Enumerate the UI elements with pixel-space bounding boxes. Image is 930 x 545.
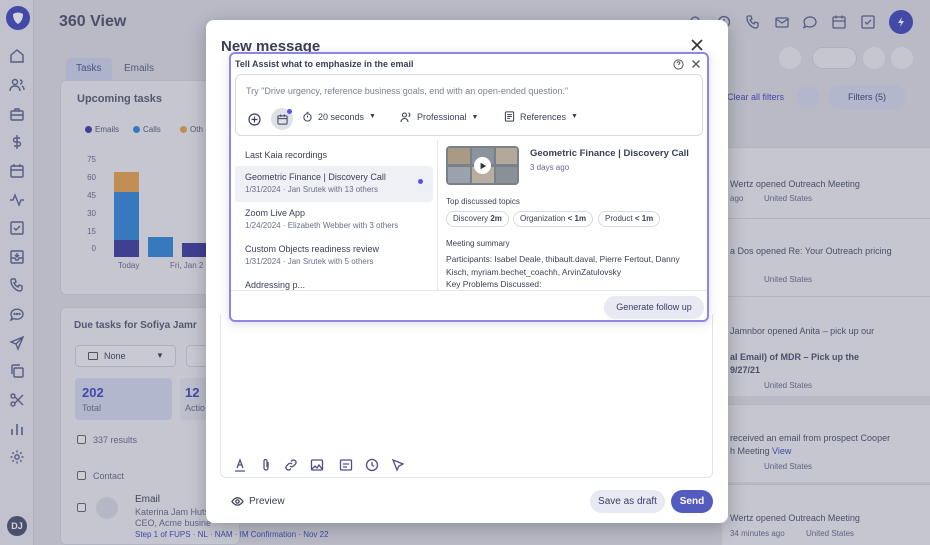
help-icon[interactable] bbox=[673, 59, 684, 70]
topic-name: Organization bbox=[520, 214, 566, 223]
prompt-placeholder: Try "Drive urgency, reference business g… bbox=[246, 86, 569, 96]
references-label: References bbox=[520, 111, 567, 122]
topics-label: Top discussed topics bbox=[446, 197, 520, 206]
recording-detail-title: Geometric Finance | Discovery Call bbox=[530, 148, 689, 159]
duration-label: 20 seconds bbox=[318, 111, 365, 122]
recording-detail-ago: 3 days ago bbox=[530, 163, 570, 172]
send-button[interactable]: Send bbox=[671, 490, 713, 513]
tone-label: Professional bbox=[417, 112, 467, 122]
summary-participants: Participants: Isabel Deale, thibault.dav… bbox=[446, 254, 680, 277]
generate-follow-up-button[interactable]: Generate follow up bbox=[604, 296, 704, 319]
link-icon[interactable] bbox=[284, 458, 298, 472]
recording-title: Zoom Live App bbox=[245, 208, 306, 218]
selected-dot bbox=[418, 179, 423, 184]
eye-icon bbox=[231, 495, 244, 508]
close-icon[interactable] bbox=[691, 59, 701, 69]
clock-icon[interactable] bbox=[365, 458, 379, 472]
chevron-down-icon: ▼ bbox=[471, 113, 479, 121]
add-circle-icon[interactable] bbox=[248, 113, 261, 126]
tone-select[interactable]: Professional ▼ bbox=[400, 111, 478, 123]
recording-meta: 1/31/2024 · Jan Srutek with 13 others bbox=[245, 185, 378, 194]
recording-item[interactable]: Addressing p... bbox=[235, 274, 433, 290]
duration-select[interactable]: 20 seconds ▼ bbox=[302, 111, 376, 122]
topic-chip[interactable]: Product < 1m bbox=[598, 211, 661, 227]
video-tile bbox=[448, 148, 470, 164]
assist-panel: Tell Assist what to emphasize in the ema… bbox=[229, 52, 709, 322]
assist-title: Tell Assist what to emphasize in the ema… bbox=[235, 59, 414, 69]
recording-thumbnail[interactable] bbox=[446, 146, 519, 185]
play-icon[interactable] bbox=[474, 157, 491, 174]
topic-chip[interactable]: Discovery 2m bbox=[446, 211, 509, 227]
recording-item[interactable]: Custom Objects readiness review 1/31/202… bbox=[235, 238, 433, 274]
video-tile bbox=[496, 148, 517, 164]
recording-detail: Geometric Finance | Discovery Call 3 day… bbox=[446, 146, 706, 292]
preview-button[interactable]: Preview bbox=[231, 495, 285, 508]
close-icon[interactable] bbox=[690, 38, 704, 52]
template-icon[interactable] bbox=[339, 458, 353, 472]
message-editor[interactable] bbox=[220, 314, 713, 478]
image-icon[interactable] bbox=[310, 458, 324, 472]
recordings-list: Last Kaia recordings Geometric Finance |… bbox=[235, 140, 438, 290]
calendar-icon bbox=[276, 113, 288, 125]
recording-title: Addressing p... bbox=[245, 280, 306, 290]
attachment-icon[interactable] bbox=[259, 458, 273, 472]
topic-name: Product bbox=[605, 214, 633, 223]
preview-label: Preview bbox=[249, 496, 285, 507]
recordings-list-header: Last Kaia recordings bbox=[245, 150, 328, 160]
video-tile bbox=[448, 167, 470, 183]
recording-meta: 1/24/2024 · Elizabeth Webber with 3 othe… bbox=[245, 221, 399, 230]
topic-duration: 2m bbox=[490, 214, 502, 223]
summary-problems: Key Problems Discussed: bbox=[446, 279, 542, 289]
topic-name: Discovery bbox=[453, 214, 489, 223]
recording-meta: 1/31/2024 · Jan Srutek with 5 others bbox=[245, 257, 374, 266]
save-draft-button[interactable]: Save as draft bbox=[590, 490, 665, 513]
text-format-icon[interactable] bbox=[233, 458, 247, 472]
stopwatch-icon bbox=[302, 111, 313, 122]
document-icon bbox=[504, 111, 515, 122]
recording-title: Geometric Finance | Discovery Call bbox=[245, 172, 386, 182]
recording-item[interactable]: Geometric Finance | Discovery Call 1/31/… bbox=[235, 166, 433, 202]
topic-duration: < 1m bbox=[634, 214, 654, 223]
cursor-icon[interactable] bbox=[391, 458, 405, 472]
assist-prompt-input[interactable]: Try "Drive urgency, reference business g… bbox=[235, 74, 703, 136]
topic-chip[interactable]: Organization < 1m bbox=[513, 211, 594, 227]
references-select[interactable]: References ▼ bbox=[504, 111, 578, 122]
summary-label: Meeting summary bbox=[446, 239, 510, 248]
recording-title: Custom Objects readiness review bbox=[245, 244, 380, 254]
recording-item[interactable]: Zoom Live App 1/24/2024 · Elizabeth Webb… bbox=[235, 202, 433, 238]
summary-text: Participants: Isabel Deale, thibault.dav… bbox=[446, 253, 704, 291]
chevron-down-icon: ▼ bbox=[369, 113, 376, 120]
chevron-down-icon: ▼ bbox=[571, 113, 578, 120]
notification-dot bbox=[287, 109, 292, 114]
people-icon bbox=[400, 111, 412, 123]
video-tile bbox=[496, 167, 517, 183]
topic-duration: < 1m bbox=[567, 214, 587, 223]
